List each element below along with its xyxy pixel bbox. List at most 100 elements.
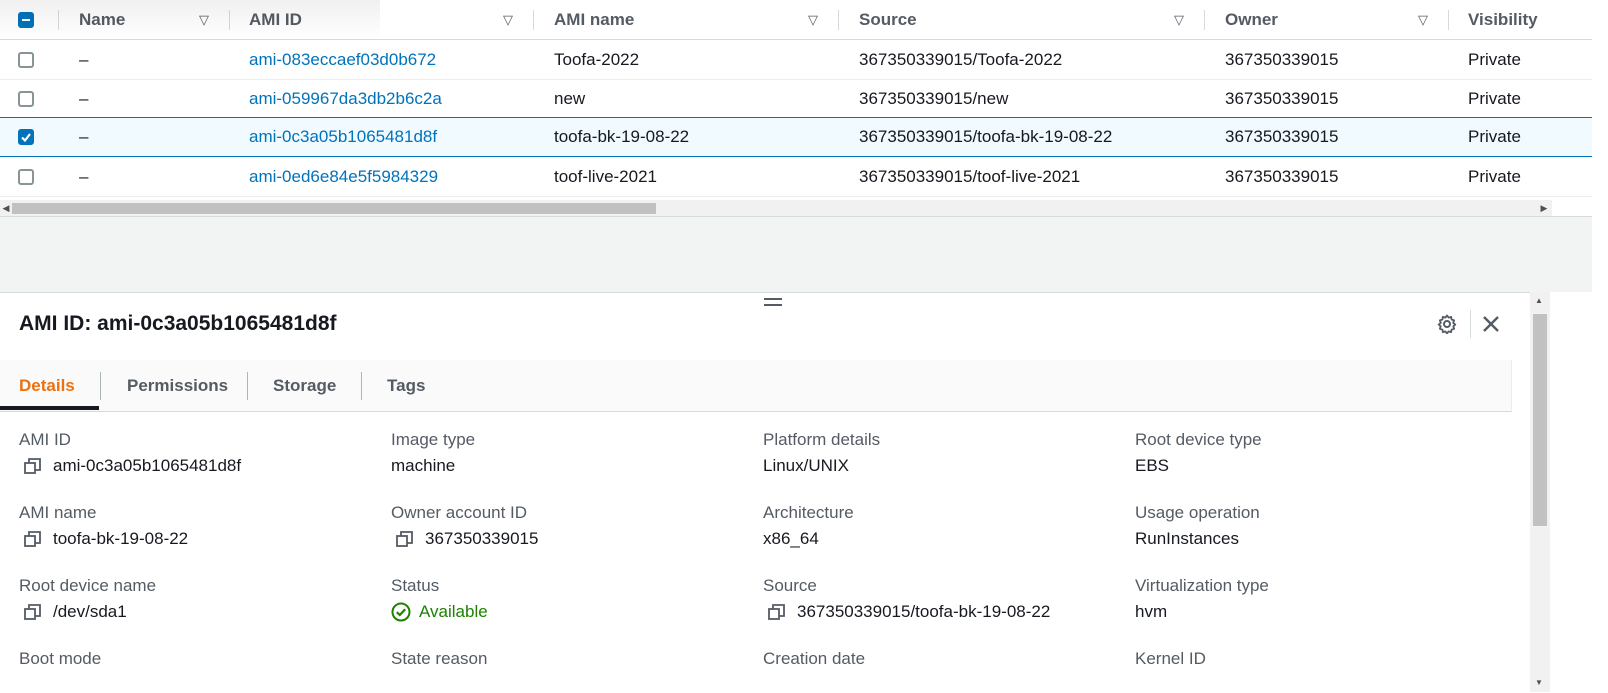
close-icon[interactable] xyxy=(1480,313,1502,335)
gear-icon[interactable] xyxy=(1436,313,1458,335)
title-divider xyxy=(1470,310,1471,338)
owner-account-id-value: 367350339015 xyxy=(425,529,539,548)
field-label-virtualization-type: Virtualization type xyxy=(1135,576,1269,595)
column-header-ami-name[interactable]: AMI name xyxy=(554,0,634,39)
column-header-visibility[interactable]: Visibility xyxy=(1468,0,1538,39)
field-label-ami-id: AMI ID xyxy=(19,430,71,449)
caret-down-icon[interactable]: ▽ xyxy=(1418,0,1428,39)
horizontal-scrollbar-thumb[interactable] xyxy=(12,203,656,214)
tab-permissions[interactable]: Permissions xyxy=(127,360,228,412)
vertical-scrollbar-thumb[interactable] xyxy=(1533,314,1547,526)
row-checkbox-checked[interactable] xyxy=(18,129,34,145)
ami-id-link[interactable]: ami-0c3a05b1065481d8f xyxy=(249,118,437,156)
vertical-scrollbar[interactable]: ▲ ▼ xyxy=(1530,292,1550,692)
field-value-virtualization-type: hvm xyxy=(1135,602,1168,621)
field-value-ami-name: toofa-bk-19-08-22 xyxy=(19,529,188,549)
copy-icon[interactable] xyxy=(24,457,41,475)
split-panel-gap xyxy=(0,216,1592,292)
scroll-up-icon[interactable]: ▲ xyxy=(1535,296,1543,305)
scroll-right-icon[interactable]: ▶ xyxy=(1538,200,1550,216)
field-label-kernel-id: Kernel ID xyxy=(1135,649,1206,668)
row-ami-name: toof-live-2021 xyxy=(554,166,658,186)
caret-down-icon[interactable]: ▽ xyxy=(1174,0,1184,39)
field-value-root-device-name: /dev/sda1 xyxy=(19,602,127,622)
details-split-panel xyxy=(0,292,1530,693)
column-divider[interactable] xyxy=(1204,10,1205,30)
status-value: Available xyxy=(419,602,488,621)
field-value-root-device-type: EBS xyxy=(1135,456,1170,475)
field-label-usage-operation: Usage operation xyxy=(1135,503,1260,522)
checkmark-icon xyxy=(21,133,31,143)
tab-tags[interactable]: Tags xyxy=(387,360,425,412)
horizontal-scrollbar[interactable]: ◀ ▶ xyxy=(0,200,1552,216)
column-divider[interactable] xyxy=(838,10,839,30)
row-checkbox[interactable] xyxy=(18,168,34,185)
caret-down-icon[interactable]: ▽ xyxy=(503,0,513,39)
row-visibility: Private xyxy=(1468,166,1521,186)
column-divider[interactable] xyxy=(533,10,534,30)
table-row-selected[interactable]: – ami-0c3a05b1065481d8f toofa-bk-19-08-2… xyxy=(0,117,1592,157)
copy-icon[interactable] xyxy=(768,603,785,621)
active-tab-indicator xyxy=(0,406,99,410)
check-circle-icon xyxy=(391,602,411,622)
row-source: 367350339015/toof-live-2021 xyxy=(859,166,1081,186)
copy-icon[interactable] xyxy=(24,530,41,548)
table-row[interactable]: – ami-059967da3db2b6c2a new 367350339015… xyxy=(0,79,1592,119)
row-select-cell[interactable] xyxy=(18,157,34,196)
tab-storage[interactable]: Storage xyxy=(273,360,336,412)
row-select-cell[interactable] xyxy=(18,118,34,156)
field-value-platform-details: Linux/UNIX xyxy=(763,456,849,475)
scroll-left-icon[interactable]: ◀ xyxy=(0,200,12,216)
field-label-boot-mode: Boot mode xyxy=(19,649,102,668)
window-edge xyxy=(1592,0,1608,692)
resize-handle-icon[interactable] xyxy=(764,298,782,310)
column-header-owner[interactable]: Owner xyxy=(1225,0,1278,39)
row-source: 367350339015/toofa-bk-19-08-22 xyxy=(859,127,1113,146)
row-checkbox[interactable] xyxy=(18,51,34,68)
column-header-name[interactable]: Name xyxy=(79,0,125,39)
row-checkbox[interactable] xyxy=(18,90,34,107)
column-divider[interactable] xyxy=(58,10,59,30)
column-header-source[interactable]: Source xyxy=(859,0,917,39)
row-select-cell[interactable] xyxy=(18,79,34,118)
ami-name-value: toofa-bk-19-08-22 xyxy=(53,529,189,548)
copy-icon[interactable] xyxy=(24,603,41,621)
tab-divider xyxy=(361,372,362,400)
row-name: – xyxy=(79,49,89,69)
field-label-creation-date: Creation date xyxy=(763,649,866,668)
scroll-down-icon[interactable]: ▼ xyxy=(1535,678,1543,687)
ami-id-link[interactable]: ami-059967da3db2b6c2a xyxy=(249,79,442,118)
tab-details[interactable]: Details xyxy=(19,360,75,412)
select-all-cell[interactable] xyxy=(18,0,34,39)
row-owner: 367350339015 xyxy=(1225,127,1339,146)
copy-icon[interactable] xyxy=(396,530,413,548)
table-row[interactable]: – ami-083eccaef03d0b672 Toofa-2022 36735… xyxy=(0,40,1592,80)
row-owner: 367350339015 xyxy=(1225,49,1339,69)
table-header: Name ▽ AMI ID ▽ AMI name ▽ Source ▽ Owne… xyxy=(0,0,1592,40)
table-row[interactable]: – ami-0ed6e84e5f5984329 toof-live-2021 3… xyxy=(0,157,1592,197)
row-owner: 367350339015 xyxy=(1225,166,1339,186)
row-visibility: Private xyxy=(1468,88,1521,108)
row-select-cell[interactable] xyxy=(18,40,34,79)
panel-title: AMI ID: ami-0c3a05b1065481d8f xyxy=(19,312,337,335)
field-value-owner-account-id: 367350339015 xyxy=(391,529,538,549)
column-divider[interactable] xyxy=(1448,10,1449,30)
caret-down-icon[interactable]: ▽ xyxy=(199,0,209,39)
field-label-root-device-type: Root device type xyxy=(1135,430,1262,449)
column-header-ami-id[interactable]: AMI ID xyxy=(249,0,302,39)
row-ami-name: toofa-bk-19-08-22 xyxy=(554,127,690,146)
ami-table: Name ▽ AMI ID ▽ AMI name ▽ Source ▽ Owne… xyxy=(0,0,1592,222)
row-name: – xyxy=(79,166,89,186)
select-all-checkbox[interactable] xyxy=(18,11,34,28)
ami-id-link[interactable]: ami-0ed6e84e5f5984329 xyxy=(249,157,438,196)
field-value-ami-id: ami-0c3a05b1065481d8f xyxy=(19,456,241,476)
column-divider[interactable] xyxy=(229,10,230,30)
field-label-state-reason: State reason xyxy=(391,649,488,668)
field-label-platform-details: Platform details xyxy=(763,430,881,449)
field-value-status: Available xyxy=(391,602,488,622)
row-name: – xyxy=(79,88,89,108)
ami-id-link[interactable]: ami-083eccaef03d0b672 xyxy=(249,40,436,79)
source-value: 367350339015/toofa-bk-19-08-22 xyxy=(797,602,1051,621)
tab-divider xyxy=(100,372,101,400)
caret-down-icon[interactable]: ▽ xyxy=(808,0,818,39)
